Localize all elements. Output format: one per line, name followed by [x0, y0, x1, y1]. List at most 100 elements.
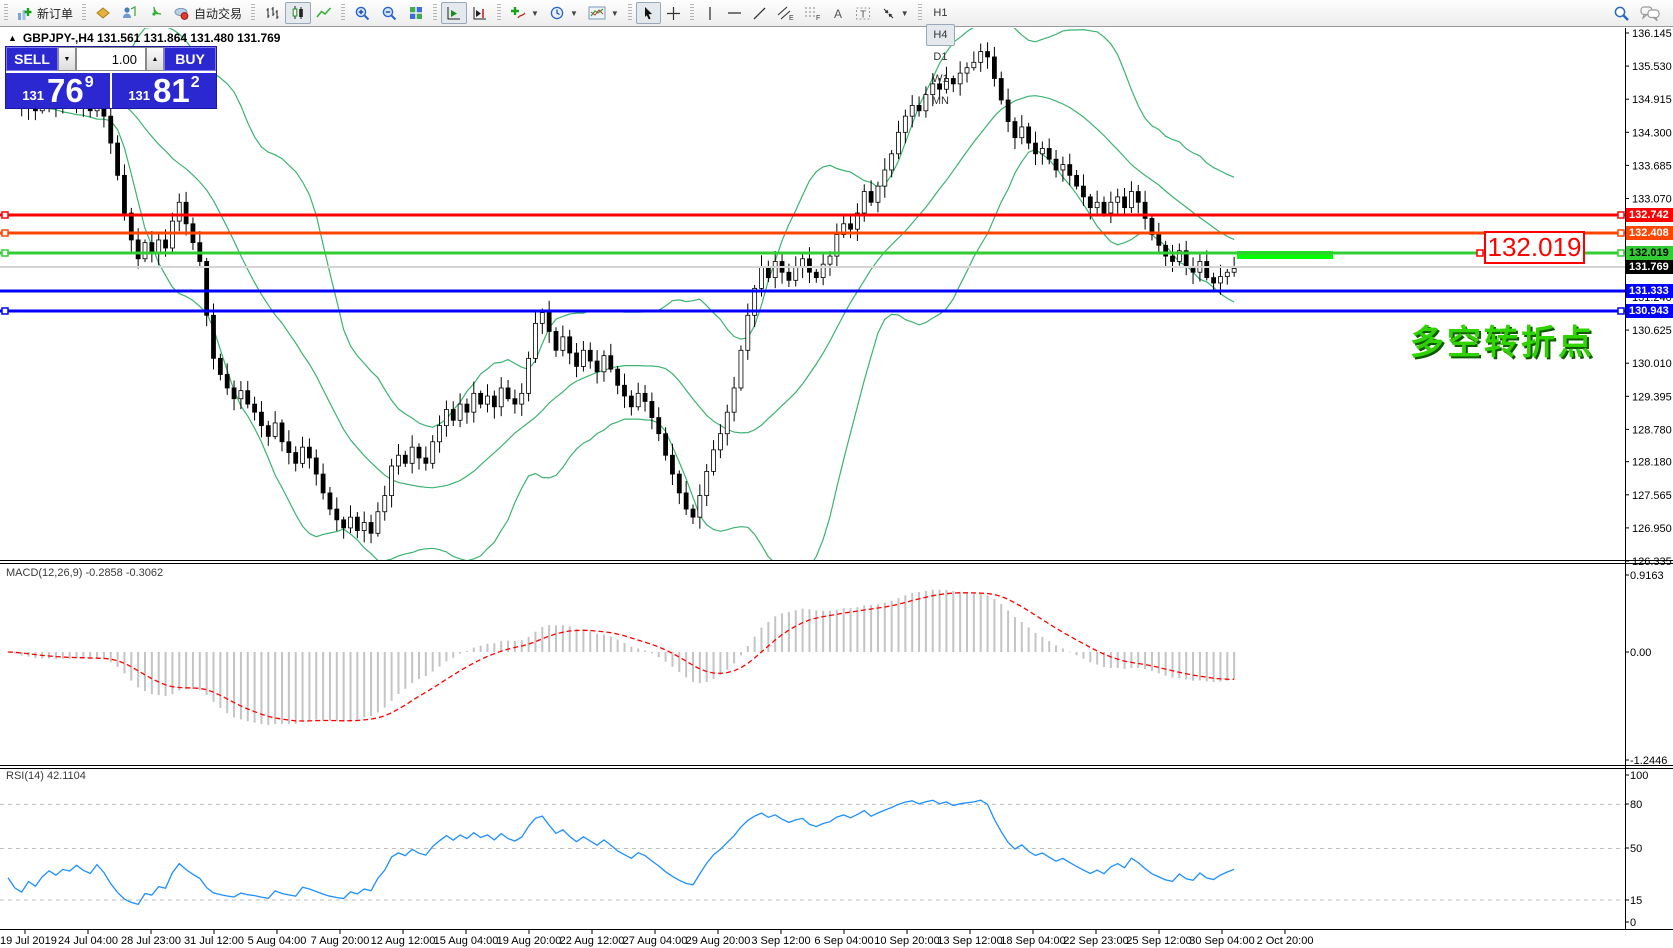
panel-collapse-arrow[interactable]: ▲	[8, 33, 17, 43]
horizontal-line-button[interactable]	[722, 2, 747, 24]
chart-shift-button[interactable]	[467, 2, 493, 24]
profile-icon	[121, 5, 137, 21]
timeframe-h1[interactable]: H1	[926, 2, 955, 24]
timeframe-mn[interactable]: MN	[926, 90, 955, 112]
horizontal-line-icon	[727, 6, 742, 20]
symbol-ohlc-text: GBPJPY-,H4 131.561 131.864 131.480 131.7…	[23, 31, 281, 45]
vertical-line-button[interactable]	[698, 2, 722, 24]
indicators-button[interactable]: ▼	[505, 2, 544, 24]
equidistant-channel-button[interactable]: E	[772, 2, 799, 24]
lot-decrease-button[interactable]: ▼	[58, 47, 76, 71]
svg-text:133.070: 133.070	[1632, 194, 1672, 206]
cursor-button[interactable]	[636, 2, 661, 24]
svg-text:A: A	[834, 7, 842, 21]
svg-text:128.780: 128.780	[1632, 424, 1672, 436]
toolbar-drag-handle[interactable]	[82, 4, 86, 22]
toolbar-drag-handle[interactable]	[341, 4, 345, 22]
fibonacci-button[interactable]: F	[799, 2, 826, 24]
tile-windows-button[interactable]	[403, 2, 429, 24]
candlestick-chart-button[interactable]	[285, 2, 311, 24]
candlestick-chart-icon	[290, 5, 306, 21]
arrows-button[interactable]: ▼	[876, 2, 914, 24]
templates-button[interactable]: ▼	[583, 2, 624, 24]
macd-values: -0.2858 -0.3062	[85, 567, 163, 579]
periods-dropdown-caret[interactable]: ▼	[570, 9, 578, 18]
line-anchor	[1618, 230, 1624, 236]
buy-button[interactable]: BUY	[164, 47, 216, 71]
svg-text:100: 100	[1630, 770, 1648, 782]
templates-dropdown-caret[interactable]: ▼	[611, 9, 619, 18]
tile-windows-icon	[408, 5, 424, 21]
search-icon	[1613, 5, 1630, 22]
line-anchor	[1618, 308, 1624, 314]
toolbar-drag-handle[interactable]	[497, 4, 501, 22]
svg-text:7 Aug 20:00: 7 Aug 20:00	[311, 935, 370, 947]
buy-price[interactable]: 131 81 2	[111, 73, 216, 108]
bar-chart-button[interactable]	[259, 2, 285, 24]
svg-text:18 Sep 04:00: 18 Sep 04:00	[1000, 935, 1065, 947]
timeframe-w1[interactable]: W1	[926, 68, 955, 90]
periods-button[interactable]: ▼	[544, 2, 583, 24]
crosshair-icon	[666, 6, 681, 21]
autotrading-button[interactable]: 自动交易	[168, 2, 247, 24]
axis-badge-132.408: 132.408	[1626, 226, 1673, 240]
lot-size-input[interactable]: 1.00	[76, 47, 146, 71]
rsi-pane	[8, 800, 1234, 904]
svg-text:126.950: 126.950	[1632, 523, 1672, 535]
svg-text:129.395: 129.395	[1632, 391, 1672, 403]
timeframe-h4[interactable]: H4	[926, 24, 955, 46]
line-anchor	[2, 212, 8, 218]
toolbar-drag-handle[interactable]	[251, 4, 255, 22]
metaquotes-button[interactable]	[90, 2, 116, 24]
timeframe-d1[interactable]: D1	[926, 46, 955, 68]
indicators-dropdown-caret[interactable]: ▼	[531, 9, 539, 18]
autotrading-label: 自动交易	[194, 5, 242, 22]
axis-badge-132.019: 132.019	[1626, 246, 1673, 260]
buy-price-point: 2	[191, 74, 200, 92]
arrows-dropdown-caret[interactable]: ▼	[901, 9, 909, 18]
rsi-line	[8, 800, 1234, 904]
text-label-button[interactable]: T	[850, 2, 876, 24]
svg-text:80: 80	[1630, 799, 1642, 811]
line-anchor	[1618, 250, 1624, 256]
search-button[interactable]	[1608, 2, 1635, 24]
chat-button[interactable]	[1635, 2, 1665, 24]
toolbar-drag-handle[interactable]	[4, 4, 8, 22]
main-toolbar: 新订单 自动交易	[0, 0, 1673, 27]
svg-text:E: E	[789, 15, 794, 21]
zoom-out-button[interactable]	[376, 2, 403, 24]
toolbar-drag-handle[interactable]	[690, 4, 694, 22]
svg-text:28 Jul 23:00: 28 Jul 23:00	[121, 935, 181, 947]
svg-text:29 Aug 20:00: 29 Aug 20:00	[686, 935, 751, 947]
new-order-button[interactable]: 新订单	[12, 2, 78, 24]
text-icon: A	[831, 6, 845, 21]
signals-icon	[147, 5, 163, 21]
chat-icon	[1640, 5, 1660, 21]
price-callout-box[interactable]: 132.019	[1484, 231, 1585, 264]
chart-canvas[interactable]: 136.145135.530134.915134.300133.685133.0…	[0, 0, 1673, 948]
periods-icon	[549, 5, 565, 21]
profile-button[interactable]	[116, 2, 142, 24]
metaquotes-icon	[95, 5, 111, 21]
auto-scroll-icon	[446, 5, 462, 21]
signals-button[interactable]	[142, 2, 168, 24]
sell-button[interactable]: SELL	[6, 47, 58, 71]
svg-text:127.565: 127.565	[1632, 490, 1672, 502]
auto-scroll-button[interactable]	[441, 2, 467, 24]
toolbar-drag-handle[interactable]	[918, 4, 922, 22]
line-chart-button[interactable]	[311, 2, 337, 24]
sell-price[interactable]: 131 76 9	[6, 73, 111, 108]
zoom-in-button[interactable]	[349, 2, 376, 24]
crosshair-button[interactable]	[661, 2, 686, 24]
toolbar-drag-handle[interactable]	[433, 4, 437, 22]
lot-increase-button[interactable]: ▲	[146, 47, 164, 71]
svg-text:2 Oct 20:00: 2 Oct 20:00	[1257, 935, 1314, 947]
new-order-icon	[17, 5, 33, 21]
chinese-annotation[interactable]: 多空转折点	[1410, 315, 1595, 364]
trendline-button[interactable]	[747, 2, 772, 24]
text-button[interactable]: A	[826, 2, 850, 24]
svg-text:22 Sep 23:00: 22 Sep 23:00	[1063, 935, 1128, 947]
svg-text:130.625: 130.625	[1632, 325, 1672, 337]
line-anchor	[2, 230, 8, 236]
toolbar-drag-handle[interactable]	[628, 4, 632, 22]
